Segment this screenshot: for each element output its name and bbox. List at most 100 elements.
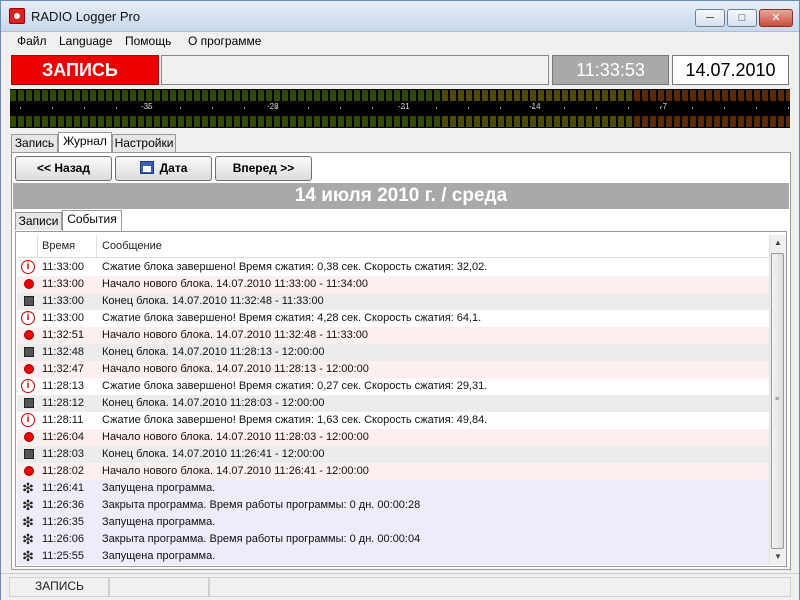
meter-segment [770, 116, 776, 127]
menu-file[interactable]: Файл [17, 34, 47, 48]
meter-segment [746, 90, 752, 101]
record-icon [24, 279, 34, 289]
meter-segment [650, 90, 656, 101]
meter-segment [674, 116, 680, 127]
tab-journal[interactable]: Журнал [58, 132, 112, 153]
table-row[interactable]: 11:32:47 Начало нового блока. 14.07.2010 … [17, 361, 769, 378]
meter-tick [468, 107, 469, 109]
meter-segment [666, 90, 672, 101]
table-row[interactable]: ❇ 11:25:55 Запущена программа. [17, 548, 769, 565]
row-message: Сжатие блока завершено! Время сжатия: 1,… [102, 414, 488, 426]
scroll-up-arrow[interactable]: ▲ [770, 235, 786, 251]
meter-segment [698, 90, 704, 101]
table-row[interactable]: i 11:28:11 Сжатие блока завершено! Время с… [17, 412, 769, 429]
table-row[interactable]: i 11:28:13 Сжатие блока завершено! Время с… [17, 378, 769, 395]
meter-segment [394, 116, 400, 127]
meter-segment [514, 90, 520, 101]
meter-segment [714, 90, 720, 101]
record-status-indicator[interactable]: ЗАПИСЬ [11, 55, 159, 85]
meter-tick [116, 107, 117, 109]
table-row[interactable]: 11:28:03 Конец блока. 14.07.2010 11:26:41… [17, 446, 769, 463]
column-message[interactable]: Сообщение [102, 240, 162, 252]
table-row[interactable]: ❇ 11:26:36 Закрыта программа. Время работы… [17, 497, 769, 514]
tab-settings[interactable]: Настройки [112, 134, 176, 152]
table-row[interactable]: 11:26:04 Начало нового блока. 14.07.2010 … [17, 429, 769, 446]
meter-segment [114, 90, 120, 101]
menu-language[interactable]: Language [59, 34, 112, 48]
events-list[interactable]: Время Сообщение i 11:33:00 Сжатие блока за… [17, 235, 769, 565]
close-button[interactable]: ✕ [759, 9, 793, 27]
meter-tick [340, 107, 341, 109]
forward-button[interactable]: Вперед >> [215, 156, 312, 181]
meter-tick [244, 107, 245, 109]
meter-segment [386, 116, 392, 127]
meter-segment [370, 116, 376, 127]
table-row[interactable]: ❇ 11:26:35 Запущена программа. [17, 514, 769, 531]
meter-segment [634, 116, 640, 127]
maximize-button[interactable]: □ [727, 9, 757, 27]
row-time: 11:32:51 [42, 329, 85, 341]
meter-segment [778, 90, 784, 101]
meter-segment [730, 90, 736, 101]
table-row[interactable]: 11:28:12 Конец блока. 14.07.2010 11:28:03… [17, 395, 769, 412]
meter-tick [148, 107, 149, 109]
status-cell-3 [209, 577, 791, 597]
meter-segment [610, 90, 616, 101]
meter-segment [626, 90, 632, 101]
meter-segment [466, 90, 472, 101]
meter-segment [578, 90, 584, 101]
table-row[interactable]: i 11:33:00 Сжатие блока завершено! Время с… [17, 310, 769, 327]
meter-segment [458, 116, 464, 127]
table-row[interactable]: 11:33:00 Начало нового блока. 14.07.2010 … [17, 276, 769, 293]
meter-segment [706, 116, 712, 127]
table-row[interactable]: 11:32:51 Начало нового блока. 14.07.2010 … [17, 327, 769, 344]
vertical-scrollbar[interactable]: ▲ ≡ ▼ [769, 235, 786, 565]
meter-segment [378, 90, 384, 101]
minimize-button[interactable]: ─ [695, 9, 725, 27]
meter-segment [498, 116, 504, 127]
meter-tick [372, 107, 373, 109]
meter-segment [10, 116, 16, 127]
menu-help[interactable]: Помощь [125, 34, 171, 48]
table-row[interactable]: ❇ 11:26:06 Закрыта программа. Время работы… [17, 531, 769, 548]
title-bar[interactable]: RADIO Logger Pro ─ □ ✕ [1, 1, 799, 32]
meter-segment [290, 90, 296, 101]
meter-segment [194, 116, 200, 127]
meter-tick [724, 107, 725, 109]
date-button[interactable]: Дата [115, 156, 212, 181]
meter-segment [706, 90, 712, 101]
meter-segment [242, 116, 248, 127]
scroll-down-arrow[interactable]: ▼ [770, 549, 786, 565]
tab-record[interactable]: Запись [11, 134, 58, 152]
tab-events[interactable]: События [62, 210, 122, 231]
level-meter-scale: -35 -28 -21 -14 -7 [10, 102, 790, 115]
row-message: Начало нового блока. 14.07.2010 11:28:13… [102, 363, 369, 375]
meter-segment [746, 116, 752, 127]
meter-segment [194, 90, 200, 101]
record-icon [24, 364, 34, 374]
meter-segment [482, 90, 488, 101]
row-time: 11:33:00 [42, 312, 85, 324]
meter-segment [450, 90, 456, 101]
meter-segment [170, 116, 176, 127]
column-time[interactable]: Время [42, 240, 75, 252]
meter-segment [298, 116, 304, 127]
scroll-thumb[interactable]: ≡ [771, 253, 784, 549]
row-time: 11:26:06 [42, 533, 85, 545]
meter-segment [442, 90, 448, 101]
table-row[interactable]: 11:33:00 Конец блока. 14.07.2010 11:32:48… [17, 293, 769, 310]
table-row[interactable]: i 11:33:00 Сжатие блока завершено! Время с… [17, 259, 769, 276]
tab-recordings[interactable]: Записи [15, 212, 62, 230]
meter-tick [692, 107, 693, 109]
meter-segment [90, 90, 96, 101]
table-row[interactable]: 11:28:02 Начало нового блока. 14.07.2010 … [17, 463, 769, 480]
meter-segment [634, 90, 640, 101]
meter-segment [210, 116, 216, 127]
table-row[interactable]: 11:32:48 Конец блока. 14.07.2010 11:28:13… [17, 344, 769, 361]
back-button[interactable]: << Назад [15, 156, 112, 181]
table-row[interactable]: ❇ 11:26:41 Запущена программа. [17, 480, 769, 497]
meter-segment [322, 90, 328, 101]
meter-segment [130, 116, 136, 127]
meter-segment [42, 116, 48, 127]
menu-about[interactable]: О программе [188, 34, 261, 48]
